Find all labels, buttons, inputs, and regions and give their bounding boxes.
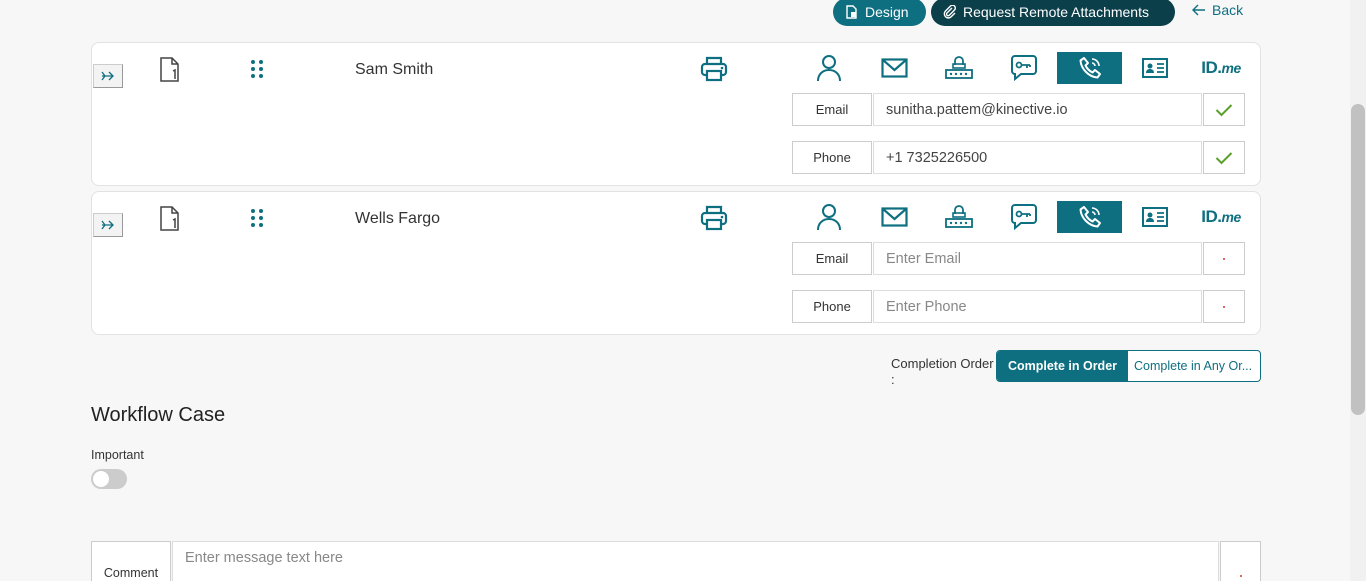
email-label: Email [792, 242, 872, 275]
phone-icon [1079, 206, 1101, 228]
id-card-icon [1142, 58, 1168, 78]
document-number-icon[interactable] [158, 206, 182, 232]
phone-field[interactable] [873, 290, 1202, 323]
check-icon [1215, 151, 1233, 164]
idme-logo: ID.me [1201, 207, 1241, 226]
complete-in-order-button[interactable]: Complete in Order [997, 351, 1128, 381]
router-icon [945, 205, 973, 228]
comment-textarea[interactable] [172, 541, 1219, 581]
top-toolbar: Design Request Remote Attachments Back [0, 0, 1350, 30]
drag-handle-icon[interactable] [247, 208, 267, 228]
mail-icon [880, 58, 908, 78]
auth-router[interactable] [927, 201, 991, 233]
printer-icon[interactable] [700, 56, 728, 82]
phone-row: Phone [792, 141, 1245, 174]
authentication-methods: ID.me [797, 201, 1254, 233]
document-edit-icon [846, 5, 857, 19]
phone-status [1203, 141, 1245, 174]
router-icon [945, 56, 973, 79]
comment-required-indicator [1220, 541, 1261, 581]
signer-name: Wells Fargo [355, 210, 441, 227]
auth-chat-key[interactable] [992, 201, 1056, 233]
phone-label: Phone [792, 290, 872, 323]
phone-required-indicator [1203, 290, 1245, 323]
phone-row: Phone [792, 290, 1245, 323]
required-dot [1239, 575, 1242, 577]
email-label: Email [792, 93, 872, 126]
chat-key-icon [1011, 204, 1037, 231]
important-toggle[interactable] [91, 469, 127, 489]
phone-label: Phone [792, 141, 872, 174]
auth-router[interactable] [927, 52, 991, 84]
arrow-left-icon [1192, 4, 1205, 16]
auth-email[interactable] [862, 201, 926, 233]
toggle-knob [93, 471, 109, 487]
completion-order-label: Completion Order : [891, 356, 994, 387]
auth-idme[interactable]: ID.me [1188, 52, 1254, 84]
email-row: Email [792, 93, 1245, 126]
email-status [1203, 93, 1245, 126]
back-label: Back [1212, 2, 1244, 18]
printer-icon[interactable] [700, 205, 728, 231]
signer-name: Sam Smith [355, 61, 434, 78]
auth-phone[interactable] [1057, 201, 1122, 233]
email-field[interactable] [873, 93, 1202, 126]
design-button-label: Design [865, 4, 909, 20]
check-icon [1215, 103, 1233, 116]
signer-card: Wells Fargo ID.me Email Enter Email Phon… [91, 191, 1261, 335]
drag-handle-icon[interactable] [247, 59, 267, 79]
completion-order-toggle: Complete in Order Complete in Any Or... [996, 350, 1261, 382]
expand-toggle-button[interactable] [93, 213, 123, 237]
authentication-methods: ID.me [797, 52, 1254, 84]
required-dot [1223, 305, 1225, 308]
comment-row: Comment [91, 541, 1261, 581]
important-label: Important [91, 448, 144, 462]
paperclip-icon [943, 5, 957, 19]
person-icon [817, 204, 841, 231]
required-dot [1223, 257, 1225, 260]
phone-field[interactable] [873, 141, 1202, 174]
auth-idme[interactable]: ID.me [1188, 201, 1254, 233]
request-remote-attachments-label: Request Remote Attachments [963, 4, 1149, 20]
mail-icon [880, 207, 908, 227]
chat-key-icon [1011, 55, 1037, 82]
auth-email[interactable] [862, 52, 926, 84]
auth-id-card[interactable] [1123, 52, 1187, 84]
arrow-enter-icon [101, 220, 114, 230]
document-number-icon[interactable] [158, 57, 182, 83]
idme-logo: ID.me [1201, 58, 1241, 77]
arrow-enter-icon [101, 71, 114, 81]
phone-icon [1079, 57, 1101, 79]
person-icon [817, 55, 841, 82]
email-field[interactable] [873, 242, 1202, 275]
complete-in-any-order-button[interactable]: Complete in Any Or... [1128, 351, 1260, 381]
email-required-indicator [1203, 242, 1245, 275]
back-link[interactable]: Back [1192, 2, 1243, 18]
auth-person[interactable] [797, 52, 861, 84]
auth-person[interactable] [797, 201, 861, 233]
request-remote-attachments-button[interactable]: Request Remote Attachments [931, 0, 1175, 26]
expand-toggle-button[interactable] [93, 64, 123, 88]
auth-phone[interactable] [1057, 52, 1122, 84]
design-button[interactable]: Design [833, 0, 926, 26]
id-card-icon [1142, 207, 1168, 227]
auth-chat-key[interactable] [992, 52, 1056, 84]
scrollbar-thumb[interactable] [1351, 104, 1365, 415]
workflow-case-title: Workflow Case [91, 404, 226, 426]
signer-card: Sam Smith ID.me Email sunitha.pattem@kin… [91, 42, 1261, 186]
auth-id-card[interactable] [1123, 201, 1187, 233]
email-row: Email [792, 242, 1245, 275]
comment-label: Comment [91, 541, 171, 581]
